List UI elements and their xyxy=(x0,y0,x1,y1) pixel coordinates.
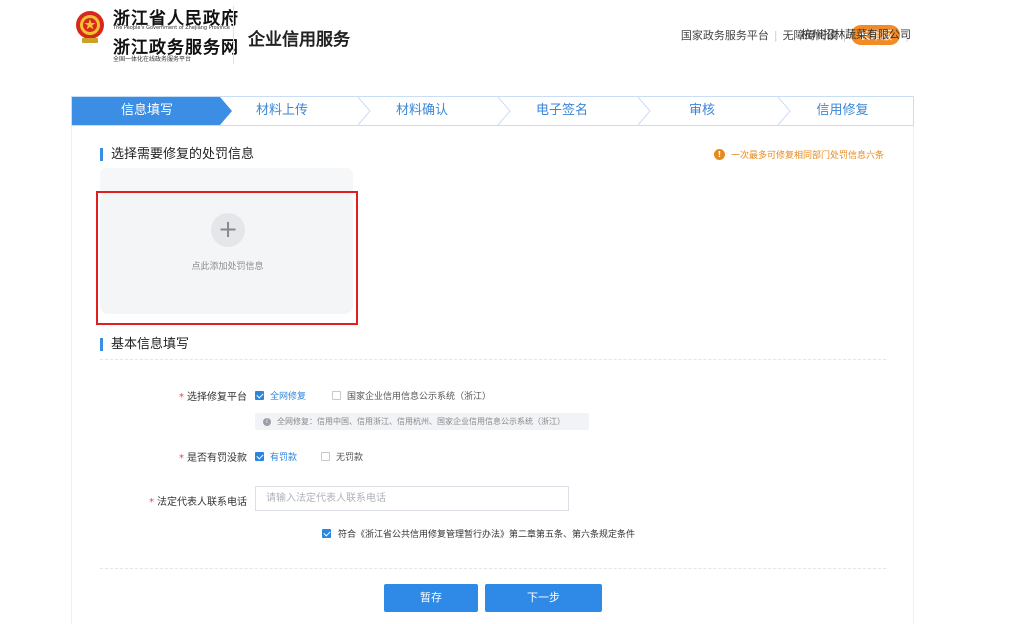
info-circle-icon: ! xyxy=(713,149,725,160)
header-divider xyxy=(233,6,234,64)
penalty-notice: ! 一次最多可修复相同部门处罚信息六条 xyxy=(713,148,884,161)
gov-title-en: The People's Government of Zhejiang Prov… xyxy=(113,25,230,31)
section-divider xyxy=(100,568,886,569)
top-header: 浙江省人民政府 The People's Government of Zheji… xyxy=(0,0,1022,74)
step-e-signature[interactable]: 电子签名 xyxy=(492,97,632,125)
basic-section-title: 基本信息填写 xyxy=(100,338,189,351)
service-subtitle: 全国一体化在线政务服务平台 xyxy=(113,56,192,63)
step-material-confirm[interactable]: 材料确认 xyxy=(352,97,492,125)
platform-option-all[interactable]: 全网修复 xyxy=(255,389,306,402)
highlight-frame xyxy=(96,191,358,325)
step-material-upload[interactable]: 材料上传 xyxy=(212,97,352,125)
info-icon: i xyxy=(263,417,271,426)
main-content: 选择需要修复的处罚信息 ! 一次最多可修复相同部门处罚信息六条 + 点此添加处罚… xyxy=(71,126,914,624)
progress-steps: 信息填写 材料上传 材料确认 电子签名 审核 信用修复 xyxy=(71,96,914,126)
platform-option-national[interactable]: 国家企业信用信息公示系统（浙江） xyxy=(332,389,491,402)
add-penalty-label[interactable]: 点此添加处罚信息 xyxy=(162,259,293,272)
fine-option-no[interactable]: 无罚款 xyxy=(321,450,363,463)
platform-label: * 选择修复平台 xyxy=(179,392,247,403)
app-title: 企业信用服务 xyxy=(248,30,350,50)
phone-label: * 法定代表人联系电话 xyxy=(149,497,247,508)
step-info-fill[interactable]: 信息填写 xyxy=(72,97,222,125)
fine-label: * 是否有罚没款 xyxy=(179,453,247,464)
fine-option-yes[interactable]: 有罚款 xyxy=(255,450,297,463)
save-draft-button[interactable]: 暂存 xyxy=(384,584,478,612)
national-emblem-icon xyxy=(76,11,104,43)
platform-tip-text: 全网修复：信用中国、信用浙江、信用杭州、国家企业信用信息公示系统（浙江） xyxy=(277,417,565,426)
checkbox-checked[interactable] xyxy=(255,452,264,461)
agreement-text: 符合《浙江省公共信用修复管理暂行办法》第二章第五条、第六条规定条件 xyxy=(338,530,636,540)
checkbox-checked[interactable] xyxy=(322,529,331,538)
section-divider xyxy=(100,359,886,360)
step-review[interactable]: 审核 xyxy=(632,97,772,125)
penalty-section-title: 选择需要修复的处罚信息 xyxy=(100,148,254,161)
step-credit-repair[interactable]: 信用修复 xyxy=(772,97,913,125)
penalty-notice-text: 一次最多可修复相同部门处罚信息六条 xyxy=(730,151,884,161)
phone-input[interactable] xyxy=(255,486,569,511)
next-step-button[interactable]: 下一步 xyxy=(485,584,602,612)
checkbox-checked[interactable] xyxy=(255,391,264,400)
checkbox-unchecked[interactable] xyxy=(332,391,341,400)
agreement-checkbox[interactable]: 符合《浙江省公共信用修复管理暂行办法》第二章第五条、第六条规定条件 xyxy=(322,527,635,540)
platform-tip: i 全网修复：信用中国、信用浙江、信用杭州、国家企业信用信息公示系统（浙江） xyxy=(255,413,589,430)
link-separator: | xyxy=(773,28,778,42)
plus-icon[interactable]: + xyxy=(211,213,245,247)
company-name[interactable]: 杭州招林蔬菜有限公司 xyxy=(801,25,911,45)
national-platform-link[interactable]: 国家政务服务平台 xyxy=(681,27,769,43)
checkbox-unchecked[interactable] xyxy=(321,452,330,461)
